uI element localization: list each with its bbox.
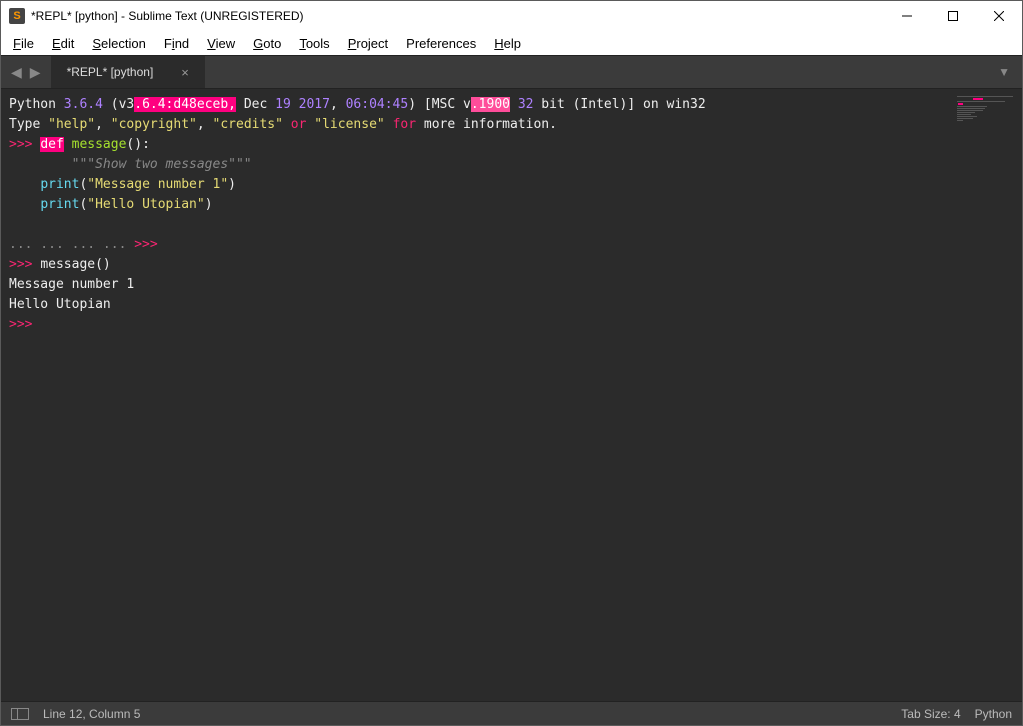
status-bar: Line 12, Column 5 Tab Size: 4 Python [1, 701, 1022, 725]
titlebar[interactable]: S *REPL* [python] - Sublime Text (UNREGI… [1, 1, 1022, 31]
t: "help" [48, 117, 95, 132]
t [385, 117, 393, 132]
t: Dec [236, 97, 275, 112]
t: "copyright" [111, 117, 197, 132]
minimap[interactable] [952, 89, 1022, 701]
output-line: Message number 1 [9, 277, 134, 292]
prompt: >>> [9, 137, 40, 152]
t: ) [MSC v [408, 97, 471, 112]
t: for [393, 117, 416, 132]
docstring: """Show two messages""" [72, 157, 252, 172]
t: Python [9, 97, 64, 112]
t: print [40, 197, 79, 212]
t: "Hello Utopian" [87, 197, 204, 212]
menu-project[interactable]: Project [340, 34, 396, 53]
t [283, 117, 291, 132]
t [291, 97, 299, 112]
nav-forward-icon[interactable]: ▶ [30, 64, 41, 81]
t [510, 97, 518, 112]
tab-label: *REPL* [python] [67, 65, 154, 79]
t: or [291, 117, 307, 132]
tab-menu-icon[interactable]: ▼ [986, 56, 1022, 88]
continuation-prompt: ... ... ... ... [9, 237, 134, 252]
nav-arrows: ◀ ▶ [1, 56, 51, 88]
prompt: >>> [134, 237, 157, 252]
close-tab-icon[interactable]: × [181, 65, 189, 80]
t [9, 197, 40, 212]
window-controls [884, 1, 1022, 31]
close-window-button[interactable] [976, 1, 1022, 31]
menu-selection[interactable]: Selection [84, 34, 153, 53]
t: 32 [518, 97, 534, 112]
highlight: .1900 [471, 97, 510, 112]
t: , [95, 117, 111, 132]
menu-goto[interactable]: Goto [245, 34, 289, 53]
status-tab-size[interactable]: Tab Size: 4 [901, 707, 960, 721]
t: , [330, 97, 346, 112]
t: ) [228, 177, 236, 192]
t: , [197, 117, 213, 132]
tab-strip: ◀ ▶ *REPL* [python] × ▼ [1, 55, 1022, 89]
t: (v3 [103, 97, 134, 112]
t: 06:04:45 [346, 97, 409, 112]
menu-tools[interactable]: Tools [291, 34, 337, 53]
t: () [95, 257, 111, 272]
t [9, 157, 40, 172]
t: 3.6.4 [64, 97, 103, 112]
editor-area: Python 3.6.4 (v3.6.4:d48eceb, Dec 19 201… [1, 89, 1022, 701]
t: Type [9, 117, 48, 132]
menubar: File Edit Selection Find View Goto Tools… [1, 31, 1022, 55]
prompt: >>> [9, 317, 40, 332]
status-language[interactable]: Python [975, 707, 1012, 721]
menu-help[interactable]: Help [486, 34, 529, 53]
window-title: *REPL* [python] - Sublime Text (UNREGIST… [31, 9, 884, 23]
menu-view[interactable]: View [199, 34, 243, 53]
app-window: S *REPL* [python] - Sublime Text (UNREGI… [0, 0, 1023, 726]
t: 2017 [299, 97, 330, 112]
t: 19 [275, 97, 291, 112]
tab-repl-python[interactable]: *REPL* [python] × [51, 56, 205, 88]
output-line: Hello Utopian [9, 297, 111, 312]
nav-back-icon[interactable]: ◀ [11, 64, 22, 81]
t: bit (Intel)] on win32 [533, 97, 705, 112]
maximize-button[interactable] [930, 1, 976, 31]
t: "license" [314, 117, 384, 132]
app-icon: S [9, 8, 25, 24]
repl-editor[interactable]: Python 3.6.4 (v3.6.4:d48eceb, Dec 19 201… [1, 89, 952, 701]
minimize-button[interactable] [884, 1, 930, 31]
t [64, 137, 72, 152]
panel-switch-icon[interactable] [11, 708, 29, 720]
t: more information. [416, 117, 557, 132]
t: "Message number 1" [87, 177, 228, 192]
t: (): [126, 137, 149, 152]
status-position[interactable]: Line 12, Column 5 [43, 707, 140, 721]
highlight: .6.4:d48eceb, [134, 97, 236, 112]
t: ) [205, 197, 213, 212]
t [40, 157, 71, 172]
menu-file[interactable]: File [5, 34, 42, 53]
menu-find[interactable]: Find [156, 34, 197, 53]
t [9, 177, 40, 192]
t: "credits" [213, 117, 283, 132]
t: print [40, 177, 79, 192]
prompt: >>> [9, 257, 40, 272]
func-name: message [72, 137, 127, 152]
keyword-def-highlight: def [40, 137, 63, 152]
menu-edit[interactable]: Edit [44, 34, 82, 53]
menu-preferences[interactable]: Preferences [398, 34, 484, 53]
t: message [40, 257, 95, 272]
